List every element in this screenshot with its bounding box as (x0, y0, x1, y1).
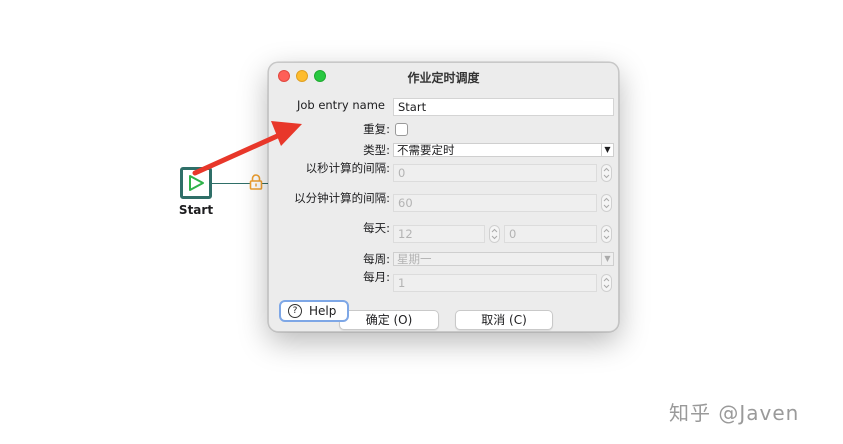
annotation-arrow-icon (192, 121, 302, 176)
watermark: 知乎 @Javen (669, 401, 800, 425)
